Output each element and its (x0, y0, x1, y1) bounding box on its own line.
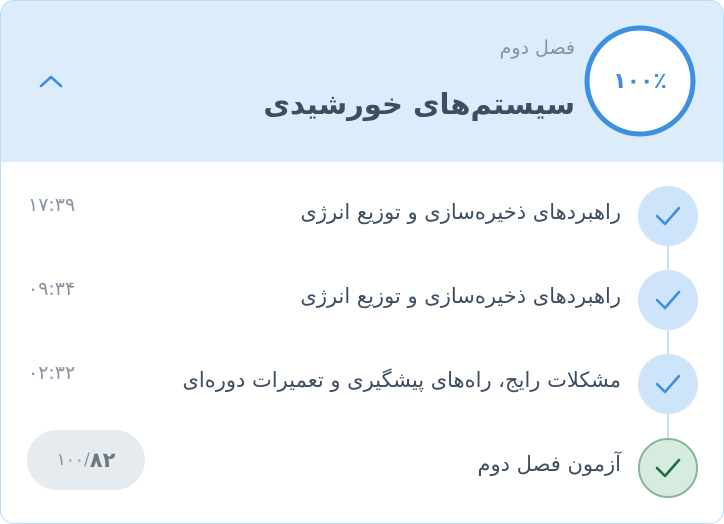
lesson-duration: ۱۷:۳۹ (28, 194, 76, 216)
chapter-card: فصل دوم سیستم‌های خورشیدی ۱۰۰٪ راهبردهای… (0, 0, 724, 524)
chevron-up-icon (39, 75, 63, 88)
lesson-check-button[interactable] (638, 270, 698, 330)
exam-score-badge: ۸۲/۱۰۰ (27, 430, 145, 490)
lesson-row[interactable]: مشکلات رایج، راه‌های پیشگیری و تعمیرات د… (1, 354, 723, 414)
exam-check-button[interactable] (638, 438, 698, 498)
exam-score-total: /۱۰۰ (56, 450, 90, 470)
progress-percent: ۱۰۰٪ (613, 68, 667, 94)
lesson-duration: ۰۹:۳۴ (28, 278, 76, 300)
exam-score: ۸۲ (89, 448, 116, 472)
check-icon (655, 206, 681, 226)
lesson-check-button[interactable] (638, 354, 698, 414)
chapter-title: سیستم‌های خورشیدی (263, 87, 575, 121)
lesson-row[interactable]: راهبردهای ذخیره‌سازی و توزیع انرژی ۱۷:۳۹ (1, 186, 723, 246)
exam-row[interactable]: آزمون فصل دوم ۸۲/۱۰۰ (1, 430, 723, 498)
timeline-connector (667, 216, 669, 468)
lesson-check-button[interactable] (638, 186, 698, 246)
lesson-title[interactable]: مشکلات رایج، راه‌های پیشگیری و تعمیرات د… (182, 368, 621, 392)
lesson-row[interactable]: راهبردهای ذخیره‌سازی و توزیع انرژی ۰۹:۳۴ (1, 270, 723, 330)
check-icon (655, 290, 681, 310)
collapse-button[interactable] (31, 61, 71, 101)
exam-title[interactable]: آزمون فصل دوم (478, 452, 622, 476)
check-icon (655, 458, 681, 478)
lesson-duration: ۰۲:۳۲ (28, 362, 76, 384)
chapter-subtitle: فصل دوم (499, 37, 575, 59)
check-icon (655, 374, 681, 394)
lesson-title[interactable]: راهبردهای ذخیره‌سازی و توزیع انرژی (300, 200, 621, 224)
chapter-header[interactable]: فصل دوم سیستم‌های خورشیدی ۱۰۰٪ (1, 1, 723, 162)
lesson-title[interactable]: راهبردهای ذخیره‌سازی و توزیع انرژی (300, 284, 621, 308)
